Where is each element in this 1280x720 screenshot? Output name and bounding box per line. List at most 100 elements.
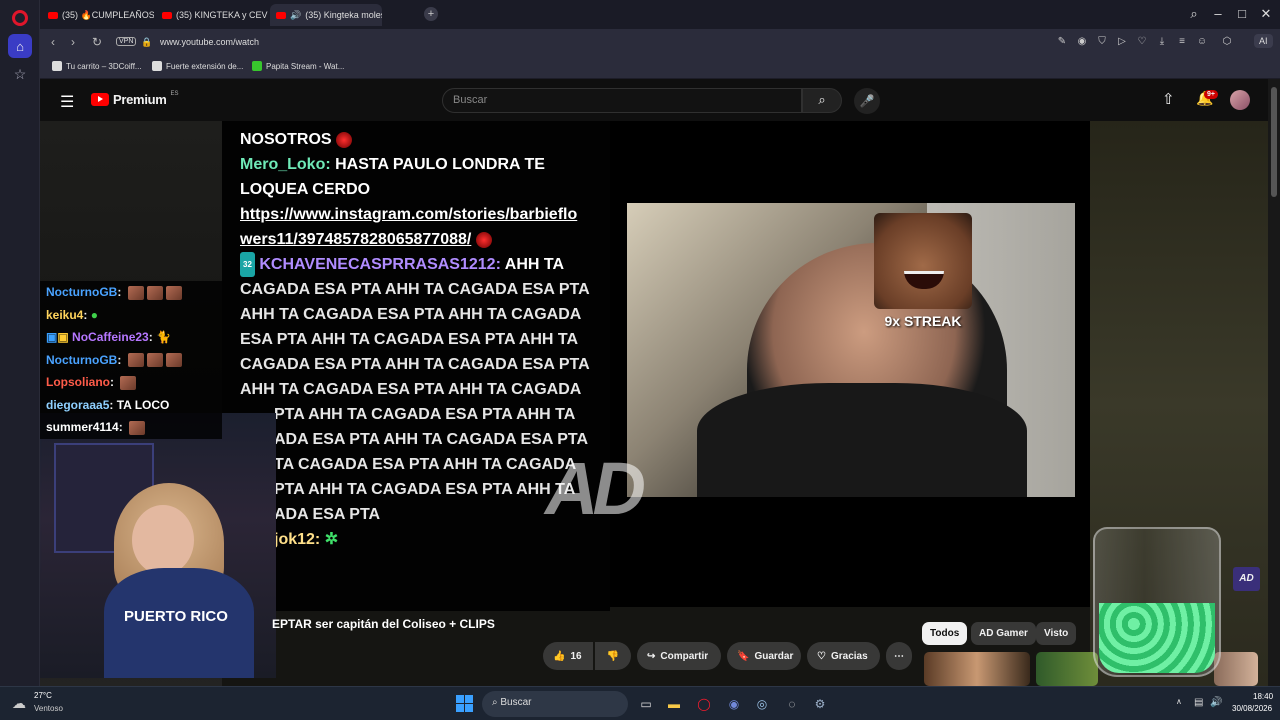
jersey-text: PUERTO RICO [124,608,228,625]
speed-dial-icon[interactable]: ☆ [8,62,32,86]
edit-icon[interactable]: ✎ [1055,36,1069,47]
bookmarks-bar: Tu carrito – 3DCoiff... Fuerte extensión… [40,56,1280,79]
profile-icon[interactable]: ☺ [1195,36,1209,47]
clover-emote-icon: ✲ [324,531,339,549]
reload-icon[interactable]: ↻ [90,35,104,49]
taskbar-search[interactable]: ⌕ Buscar [482,691,628,717]
speaker-icon[interactable]: 🔊 [290,10,301,21]
url-field[interactable]: www.youtube.com/watch [160,37,259,47]
app-icon[interactable]: ◌ [782,694,802,714]
super-thanks-icon: ♡ [817,650,826,662]
network-icon[interactable]: ▤ [1194,697,1203,708]
chip-all[interactable]: Todos [922,622,968,645]
volume-icon[interactable]: 🔊 [1210,697,1222,708]
left-chat-overlay: NocturnoGB: keiku4: ● ▣▣ NoCaffeine23: 🐈… [40,281,222,439]
youtube-logo[interactable]: Premium ES [91,91,179,107]
video-player[interactable]: 9x STREAK NOSOTROS Mero_Loko: HASTA PAUL… [40,121,1268,686]
steam-icon[interactable]: ◎ [752,694,772,714]
chat-sep: : [117,352,122,367]
left-chat-row: NocturnoGB: [40,281,222,304]
more-actions-button[interactable]: ⋯ [886,642,912,670]
bookmark-favicon-icon [52,61,62,71]
lock-icon[interactable]: 🔒 [140,37,154,48]
chat-line: NOSOTROS [240,127,600,152]
left-chat-row: keiku4: ● [40,304,222,327]
chat-sep: : [148,330,153,344]
play-icon[interactable]: ▷ [1115,36,1129,47]
tab-1[interactable]: (35) 🔥CUMPLEAÑOS FE [42,4,154,26]
chat-text: TA LOCO [116,397,170,412]
dislike-button[interactable]: 👎 [595,642,631,670]
new-tab-button[interactable]: + [424,7,438,21]
chat-username: Lopsoliano [46,375,110,389]
vpn-badge[interactable]: VPN [116,37,137,46]
chat-text: NOSOTROS [240,131,332,148]
streak-meme-image [874,213,972,309]
clock-date[interactable]: 30/08/2026 [1232,704,1272,713]
scrollbar-thumb[interactable] [1271,87,1277,197]
chat-text: AHH TA [504,256,565,273]
voice-search-button[interactable]: 🎤 [854,88,880,114]
menu-icon[interactable]: ≡ [1175,36,1189,47]
weather-icon[interactable]: ☁ [12,695,26,712]
upload-icon[interactable]: ⇧ [1162,90,1175,108]
minimize-icon[interactable]: – [1208,6,1228,21]
emote-icon [120,375,137,390]
thanks-button[interactable]: ♡ Gracias [807,642,880,670]
bookmark-3[interactable]: Papita Stream - Wat... [252,61,344,71]
chip-ad-gamer[interactable]: AD Gamer [971,622,1036,645]
back-icon[interactable]: ‹ [46,35,60,49]
tray-overflow-icon[interactable]: ∧ [1176,697,1182,706]
like-button[interactable]: 👍 16 [543,642,593,670]
badge-icon: ▣ [46,330,58,344]
discord-icon[interactable]: ◉ [724,694,744,714]
opera-icon[interactable]: ◯ [694,694,714,714]
shield-icon[interactable]: ⛉ [1095,36,1109,47]
emote-icon [146,285,163,300]
avatar[interactable] [1230,90,1250,110]
extensions-icon[interactable]: ⬡ [1220,36,1234,47]
recommended-thumbnail[interactable] [924,652,1030,686]
chat-sep: : [110,375,114,389]
bookmark-2[interactable]: Fuerte extensión de... [152,61,243,71]
settings-icon[interactable]: ⚙ [810,694,830,714]
forward-icon[interactable]: › [66,35,80,49]
search-tabs-icon[interactable]: ⌕ [1184,6,1204,22]
page-scrollbar[interactable] [1268,79,1280,686]
weather-description[interactable]: Ventoso [34,704,63,713]
download-icon[interactable]: ⤓ [1155,36,1169,47]
save-button[interactable]: 🔖 Guardar [727,642,801,670]
chat-username: NocturnoGB [46,285,118,299]
tab-2[interactable]: (35) KINGTEKA y CEVICHE [156,4,268,26]
home-icon[interactable]: ⌂ [8,34,32,58]
ai-button[interactable]: AI [1254,34,1273,48]
close-icon[interactable]: ✕ [1256,6,1276,22]
start-tile [456,695,464,703]
hamburger-menu-icon[interactable]: ☰ [60,92,74,112]
heart-outline-icon[interactable]: ♡ [1135,36,1149,47]
search-input[interactable]: Buscar [442,88,802,113]
start-tile [465,695,473,703]
file-explorer-icon[interactable]: ▬ [664,694,684,714]
start-button[interactable] [456,695,473,712]
chat-sep: : [117,285,122,299]
chat-link[interactable]: wers11/3974857828065877088/ [240,231,471,248]
chip-seen[interactable]: Visto [1036,622,1077,645]
opera-logo-icon[interactable] [12,10,28,26]
notification-badge: 9+ [1204,90,1218,99]
taskbar-search-label: Buscar [500,697,532,708]
meme-mouth [904,271,944,289]
chat-link[interactable]: https://www.instagram.com/stories/barbie… [240,202,600,227]
recommended-thumbnail[interactable] [1036,652,1098,686]
tab-3-active[interactable]: 🔊 (35) Kingteka molesto [270,4,382,26]
clock-time[interactable]: 18:40 [1253,692,1273,701]
chat-username: summer4114 [46,420,119,434]
maximize-icon[interactable]: □ [1232,6,1252,21]
bookmark-1[interactable]: Tu carrito – 3DCoiff... [52,61,142,71]
weather-temperature[interactable]: 27°C [34,691,52,700]
share-button[interactable]: ↪ Compartir [637,642,721,670]
task-view-icon[interactable]: ▭ [636,694,656,714]
search-button[interactable]: ⌕ [802,88,842,113]
camera-icon[interactable]: ◉ [1075,36,1089,47]
chat-line: wers11/3974857828065877088/ [240,227,600,252]
